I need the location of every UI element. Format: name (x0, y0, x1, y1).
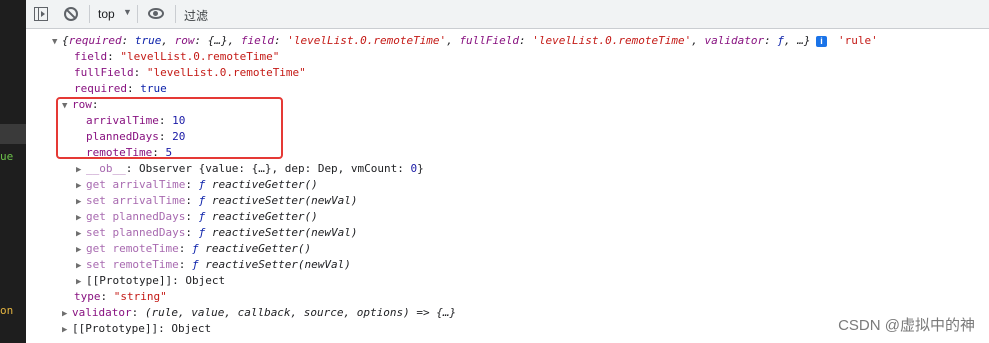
prop-field: field: "levelList.0.remoteTime" (74, 50, 280, 63)
watermark: CSDN @虚拟中的神 (838, 317, 975, 334)
expand-arrow-icon[interactable]: ▶ (76, 194, 86, 210)
expand-arrow-icon[interactable]: ▶ (76, 162, 86, 178)
expand-arrow-icon[interactable]: ▶ (62, 306, 72, 322)
prop-required: required: true (74, 82, 167, 95)
toolbar-divider (89, 5, 90, 23)
filter-input[interactable]: 过滤 (184, 7, 208, 25)
object-summary-row[interactable]: ▼ {required: true, row: {…}, field: 'leve… (52, 33, 810, 49)
toolbar-divider (137, 5, 138, 23)
prop-fullField: fullField: "levelList.0.remoteTime" (74, 66, 306, 79)
clear-console-icon[interactable] (64, 7, 78, 21)
info-icon[interactable]: i (812, 33, 833, 49)
expand-arrow-icon[interactable]: ▶ (76, 178, 86, 194)
prop-validator[interactable]: ▶ validator: (rule, value, callback, sour… (62, 305, 456, 321)
prop-type: type: "string" (74, 290, 167, 303)
prop-ob[interactable]: ▶ __ob__: Observer {value: {…}, dep: Dep,… (76, 161, 424, 177)
editor-fragment: ue (0, 150, 14, 163)
accessor-row[interactable]: ▶ get arrivalTime: ƒ reactiveGetter() (76, 177, 318, 193)
accessor-row[interactable]: ▶ get plannedDays: ƒ reactiveGetter() (76, 209, 318, 225)
expand-arrow-icon[interactable]: ▶ (76, 210, 86, 226)
expand-arrow-icon[interactable]: ▶ (76, 258, 86, 274)
expand-arrow-icon[interactable]: ▶ (62, 322, 72, 338)
context-selector[interactable]: top (98, 7, 115, 25)
prop-row-prototype[interactable]: ▶ [[Prototype]]: Object (76, 273, 225, 289)
highlight-annotation (56, 97, 283, 159)
show-sidebar-icon[interactable] (34, 7, 48, 21)
expand-arrow-icon[interactable]: ▶ (76, 226, 86, 242)
console-output: ▼ {required: true, row: {…}, field: 'leve… (26, 29, 989, 343)
editor-selected-line (0, 124, 26, 144)
prop-prototype[interactable]: ▶ [[Prototype]]: Object (62, 321, 211, 337)
accessor-row[interactable]: ▶ set remoteTime: ƒ reactiveSetter(newVal… (76, 257, 351, 273)
log-label: 'rule' (838, 34, 878, 47)
accessor-row[interactable]: ▶ set arrivalTime: ƒ reactiveSetter(newVa… (76, 193, 358, 209)
expand-arrow-icon[interactable]: ▶ (76, 242, 86, 258)
live-expression-eye-icon[interactable] (148, 8, 164, 19)
console-toolbar: top ▼ 过滤 (26, 0, 989, 29)
editor-strip: ue on (0, 0, 26, 343)
chevron-down-icon[interactable]: ▼ (123, 7, 132, 25)
expand-arrow-icon[interactable]: ▼ (52, 34, 62, 50)
editor-fragment: on (0, 304, 14, 317)
accessor-row[interactable]: ▶ get remoteTime: ƒ reactiveGetter() (76, 241, 311, 257)
toolbar-divider (175, 5, 176, 23)
accessor-row[interactable]: ▶ set plannedDays: ƒ reactiveSetter(newVa… (76, 225, 358, 241)
expand-arrow-icon[interactable]: ▶ (76, 274, 86, 290)
